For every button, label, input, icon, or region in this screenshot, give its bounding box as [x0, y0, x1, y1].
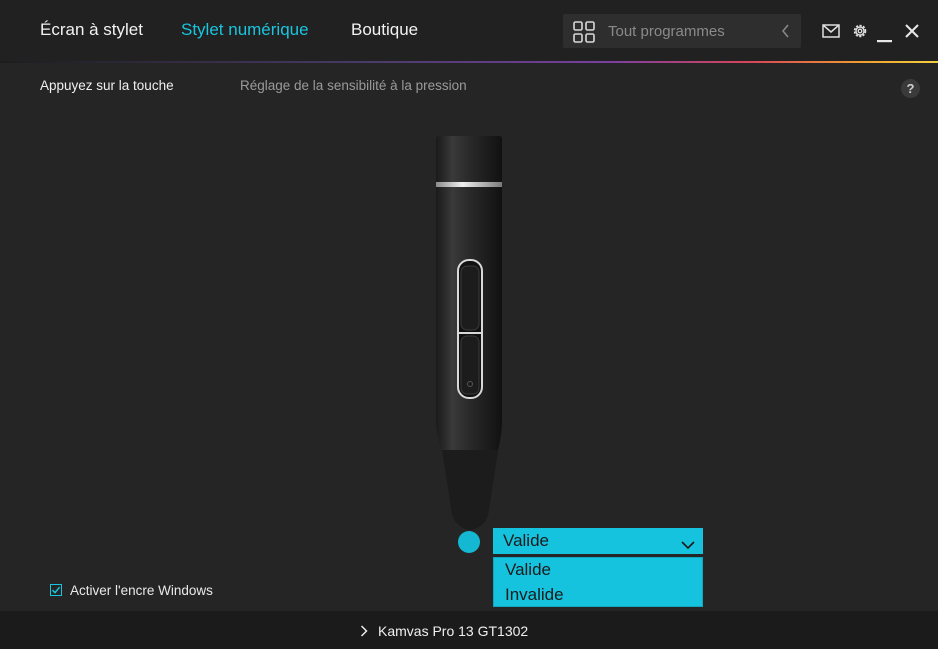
close-icon[interactable]: [905, 24, 919, 43]
chevron-down-icon[interactable]: [681, 535, 695, 555]
option-valide[interactable]: Valide: [505, 560, 551, 580]
tab-stylet-numerique[interactable]: Stylet numérique: [181, 20, 309, 40]
minimize-icon[interactable]: [877, 30, 892, 48]
option-invalide[interactable]: Invalide: [505, 585, 564, 605]
header-divider: [0, 61, 938, 63]
app-grid-icon[interactable]: [573, 21, 595, 48]
pen-tip-dropdown: Valide Invalide: [493, 557, 703, 607]
program-selector[interactable]: Tout programmes: [563, 14, 801, 48]
subtab-appuyez-sur-la-touche[interactable]: Appuyez sur la touche: [40, 78, 174, 93]
pen-tip-select[interactable]: Valide: [493, 528, 703, 554]
windows-ink-checkbox[interactable]: [50, 584, 62, 596]
top-bar: Écran à stylet Stylet numérique Boutique…: [0, 0, 938, 62]
tab-boutique[interactable]: Boutique: [351, 20, 418, 40]
device-selector[interactable]: Kamvas Pro 13 GT1302: [360, 623, 528, 640]
gear-icon[interactable]: [851, 22, 869, 45]
search-placeholder: Tout programmes: [608, 23, 725, 40]
checkmark-icon: [51, 586, 61, 594]
chevron-right-icon: [360, 624, 368, 640]
chevron-left-icon[interactable]: [781, 24, 791, 43]
pen-tip-selected-value: Valide: [503, 531, 549, 550]
device-bar: Kamvas Pro 13 GT1302: [0, 611, 938, 649]
help-icon[interactable]: ?: [901, 79, 920, 98]
windows-ink-label: Activer l'encre Windows: [70, 583, 213, 598]
pen-tip-marker[interactable]: [458, 531, 480, 553]
mail-icon[interactable]: [822, 24, 840, 43]
tab-ecran-a-stylet[interactable]: Écran à stylet: [40, 20, 143, 40]
pen-illustration: [436, 136, 502, 530]
subtab-sensibilite-pression[interactable]: Réglage de la sensibilité à la pression: [240, 78, 467, 93]
device-name: Kamvas Pro 13 GT1302: [378, 623, 529, 639]
